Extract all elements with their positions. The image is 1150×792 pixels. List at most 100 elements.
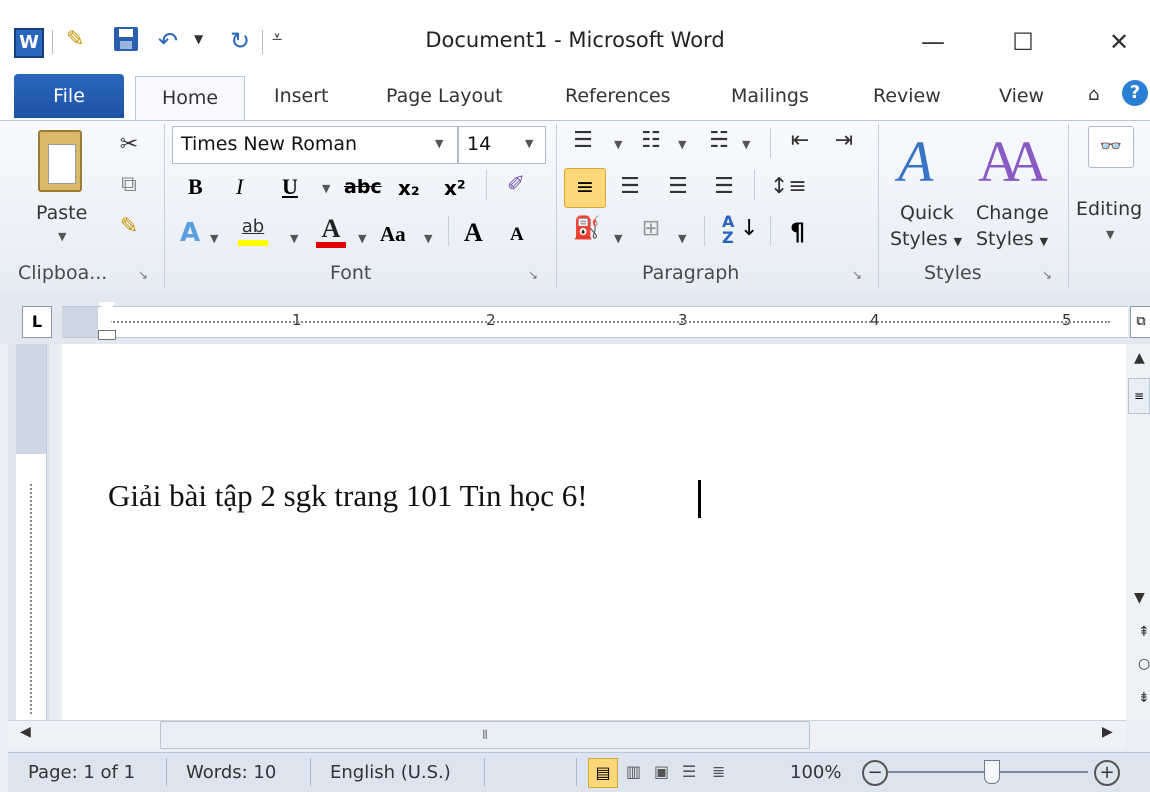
font-size-dropdown[interactable]: 14 ▼ xyxy=(458,126,546,164)
chevron-down-icon[interactable]: ▼ xyxy=(678,138,686,151)
show-hide-button[interactable]: ¶ xyxy=(790,218,805,246)
strikethrough-button[interactable]: abc xyxy=(344,176,382,198)
vertical-ruler[interactable] xyxy=(16,344,47,720)
justify-icon[interactable]: ☰ xyxy=(710,174,738,199)
print-layout-view-icon[interactable]: ▤ xyxy=(588,758,618,788)
previous-page-icon[interactable]: ⇞ xyxy=(1138,624,1150,640)
grow-font-button[interactable]: A xyxy=(464,218,483,248)
tab-insert[interactable]: Insert xyxy=(274,78,329,114)
chevron-down-icon[interactable]: ▼ xyxy=(614,232,622,245)
styles-launcher-icon[interactable]: ↘ xyxy=(1042,268,1052,282)
line-spacing-icon[interactable]: ↕≡ xyxy=(770,174,807,199)
font-color-button[interactable]: A xyxy=(314,214,348,248)
borders-icon[interactable]: ⊞ xyxy=(636,216,666,241)
word-count[interactable]: Words: 10 xyxy=(186,762,276,783)
zoom-slider-thumb[interactable] xyxy=(984,760,1000,784)
web-layout-icon[interactable]: ▣ xyxy=(654,762,669,781)
paste-button[interactable]: Paste ▼ xyxy=(24,130,104,250)
italic-button[interactable]: I xyxy=(236,174,243,200)
chevron-down-icon[interactable]: ▼ xyxy=(678,232,686,245)
redo-icon[interactable]: ↻ xyxy=(230,27,256,55)
bold-button[interactable]: B xyxy=(188,174,203,200)
tab-review[interactable]: Review xyxy=(873,78,941,114)
undo-dropdown-icon[interactable]: ▼ xyxy=(194,32,220,58)
save-icon[interactable] xyxy=(114,27,138,51)
quick-styles-button[interactable]: A Quick Styles ▼ xyxy=(888,128,968,254)
chevron-down-icon[interactable]: ▼ xyxy=(424,232,432,245)
scroll-down-icon[interactable]: ▼ xyxy=(1134,590,1145,606)
zoom-level[interactable]: 100% xyxy=(790,762,841,783)
decrease-indent-icon[interactable]: ⇤ xyxy=(786,128,814,153)
draft-view-icon[interactable]: ≣ xyxy=(712,762,725,781)
tab-view[interactable]: View xyxy=(999,78,1044,114)
full-screen-reading-icon[interactable]: ▥ xyxy=(626,762,641,781)
tab-file[interactable]: File xyxy=(14,74,124,118)
document-page[interactable] xyxy=(62,344,1126,720)
subscript-button[interactable]: x₂ xyxy=(398,176,420,200)
cut-icon[interactable]: ✂ xyxy=(116,132,142,157)
change-styles-button[interactable]: AA Change Styles ▼ xyxy=(972,128,1058,254)
browse-object-icon[interactable]: ○ xyxy=(1138,656,1150,672)
sort-icon[interactable]: AZ xyxy=(722,214,734,246)
next-page-icon[interactable]: ⇟ xyxy=(1138,690,1150,706)
editing-button[interactable]: 👓 Editing ▼ xyxy=(1076,126,1150,252)
scroll-right-icon[interactable]: ▶ xyxy=(1102,724,1113,740)
numbering-icon[interactable]: ☷ xyxy=(636,128,666,153)
align-right-icon[interactable]: ☰ xyxy=(664,174,692,199)
help-icon[interactable]: ? xyxy=(1122,80,1148,106)
vertical-scroll-thumb[interactable]: ≡ xyxy=(1128,378,1150,414)
clipboard-launcher-icon[interactable]: ↘ xyxy=(138,268,148,282)
align-center-icon[interactable]: ☰ xyxy=(616,174,644,199)
tab-references[interactable]: References xyxy=(565,78,671,114)
scroll-left-icon[interactable]: ◀ xyxy=(20,724,31,740)
shading-icon[interactable]: ⛽ xyxy=(570,216,604,241)
chevron-down-icon[interactable]: ▼ xyxy=(742,138,750,151)
close-button[interactable]: ✕ xyxy=(1094,22,1144,62)
highlight-button[interactable]: ab xyxy=(236,216,270,248)
format-painter-button[interactable]: ✎ xyxy=(116,214,142,239)
chevron-down-icon[interactable]: ▼ xyxy=(290,232,298,245)
copy-icon[interactable]: ⧉ xyxy=(116,172,142,197)
font-name-dropdown[interactable]: Times New Roman ▼ xyxy=(172,126,458,164)
customize-qat-icon[interactable]: ⩡ xyxy=(272,27,298,53)
word-app-icon[interactable]: W xyxy=(14,28,44,58)
align-left-button[interactable]: ≡ xyxy=(564,168,606,208)
tab-mailings[interactable]: Mailings xyxy=(731,78,809,114)
tab-page-layout[interactable]: Page Layout xyxy=(386,78,503,114)
indent-marker-icon[interactable] xyxy=(98,302,116,340)
scroll-up-icon[interactable]: ▲ xyxy=(1134,350,1145,366)
format-painter-icon[interactable]: ✎ xyxy=(66,27,92,53)
underline-button[interactable]: U xyxy=(282,174,298,200)
minimize-ribbon-icon[interactable]: ⌂ xyxy=(1088,84,1099,105)
text-effects-button[interactable]: A xyxy=(180,218,200,248)
chevron-down-icon[interactable]: ▼ xyxy=(614,138,622,151)
shrink-font-button[interactable]: A xyxy=(510,224,524,246)
change-case-button[interactable]: Aa xyxy=(380,222,406,247)
font-launcher-icon[interactable]: ↘ xyxy=(528,268,538,282)
underline-dropdown-icon[interactable]: ▼ xyxy=(322,182,330,195)
view-ruler-icon[interactable]: ⧉ xyxy=(1130,306,1150,338)
clear-formatting-icon[interactable]: ✐ xyxy=(502,172,530,197)
chevron-down-icon: ▼ xyxy=(525,137,534,150)
minimize-button[interactable]: — xyxy=(908,22,958,62)
multilevel-list-icon[interactable]: ☵ xyxy=(702,128,736,153)
page-count[interactable]: Page: 1 of 1 xyxy=(28,762,135,783)
paragraph-launcher-icon[interactable]: ↘ xyxy=(852,268,862,282)
horizontal-scroll-thumb[interactable]: ⦀ xyxy=(160,721,810,749)
find-icon: 👓 xyxy=(1088,126,1134,168)
zoom-out-button[interactable]: − xyxy=(862,760,888,786)
zoom-in-button[interactable]: + xyxy=(1094,760,1120,786)
maximize-button[interactable]: ☐ xyxy=(998,22,1048,62)
tab-home[interactable]: Home xyxy=(135,76,245,123)
bullets-icon[interactable]: ☰ xyxy=(568,128,598,153)
document-text[interactable]: Giải bài tập 2 sgk trang 101 Tin học 6! xyxy=(108,478,588,514)
horizontal-ruler[interactable]: 1 2 3 4 5 xyxy=(62,306,1128,338)
superscript-button[interactable]: x² xyxy=(444,176,466,200)
language[interactable]: English (U.S.) xyxy=(330,762,451,783)
tab-selector-button[interactable]: L xyxy=(22,306,52,338)
undo-icon[interactable]: ↶ xyxy=(158,27,184,55)
outline-view-icon[interactable]: ☰ xyxy=(682,762,696,781)
chevron-down-icon[interactable]: ▼ xyxy=(358,232,366,245)
increase-indent-icon[interactable]: ⇥ xyxy=(830,128,858,153)
chevron-down-icon[interactable]: ▼ xyxy=(210,232,218,245)
